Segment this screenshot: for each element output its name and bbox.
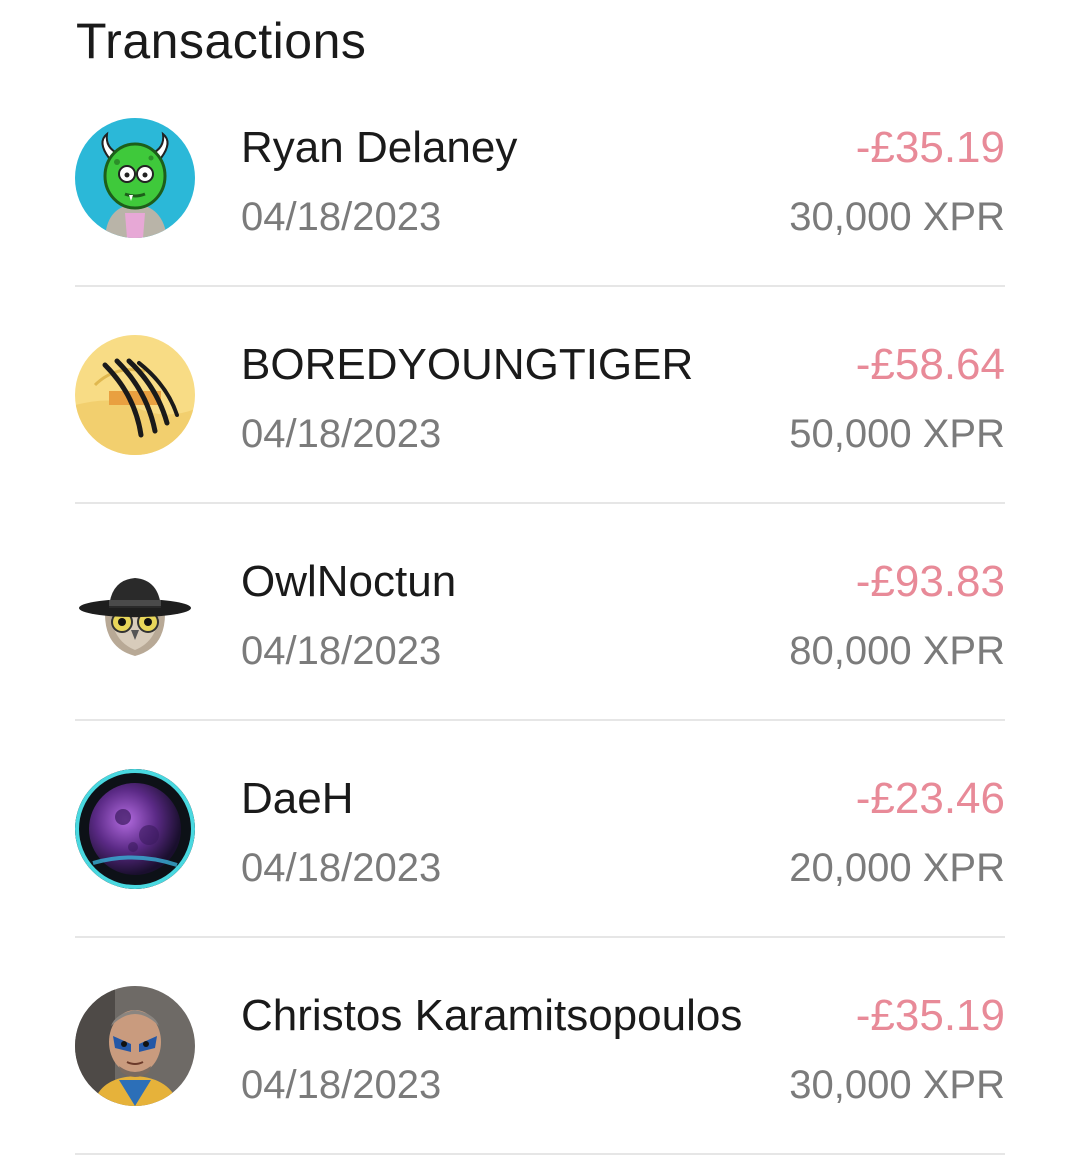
transaction-name: DaeH [241,774,354,823]
page-title: Transactions [76,13,367,69]
transaction-token-amount: 50,000 XPR [789,412,1005,456]
green-monster-avatar-icon [75,118,195,238]
transaction-name: BOREDYOUNGTIGER [241,340,694,389]
transaction-name: Christos Karamitsopoulos [241,991,743,1040]
transaction-row[interactable]: DaeH 04/18/2023 -£23.46 20,000 XPR [75,721,1005,938]
transaction-token-amount: 80,000 XPR [789,629,1005,673]
transaction-date: 04/18/2023 [241,629,442,673]
transaction-row[interactable]: OwlNoctun 04/18/2023 -£93.83 80,000 XPR [75,504,1005,721]
owl-cowboy-hat-avatar-icon [75,552,195,672]
transaction-name: Ryan Delaney [241,123,518,172]
painted-face-portrait-avatar-icon [75,986,195,1106]
transaction-date: 04/18/2023 [241,412,442,456]
transaction-date: 04/18/2023 [241,195,442,239]
transaction-token-amount: 30,000 XPR [789,1063,1005,1107]
transaction-date: 04/18/2023 [241,846,442,890]
transaction-amount: -£35.19 [855,123,1005,172]
transaction-amount: -£23.46 [855,774,1005,823]
transaction-amount: -£93.83 [855,557,1005,606]
transaction-date: 04/18/2023 [241,1063,442,1107]
transaction-amount: -£35.19 [855,991,1005,1040]
transaction-row[interactable]: Christos Karamitsopoulos 04/18/2023 -£35… [75,938,1005,1155]
transaction-row[interactable]: Ryan Delaney 04/18/2023 -£35.19 30,000 X… [75,70,1005,287]
transaction-token-amount: 20,000 XPR [789,846,1005,890]
transaction-amount: -£58.64 [855,340,1005,389]
transactions-list: Ryan Delaney 04/18/2023 -£35.19 30,000 X… [75,70,1005,1155]
transaction-row[interactable]: BOREDYOUNGTIGER 04/18/2023 -£58.64 50,00… [75,287,1005,504]
purple-moon-avatar-icon [75,769,195,889]
tiger-claw-avatar-icon [75,335,195,455]
transaction-name: OwlNoctun [241,557,457,606]
transaction-token-amount: 30,000 XPR [789,195,1005,239]
